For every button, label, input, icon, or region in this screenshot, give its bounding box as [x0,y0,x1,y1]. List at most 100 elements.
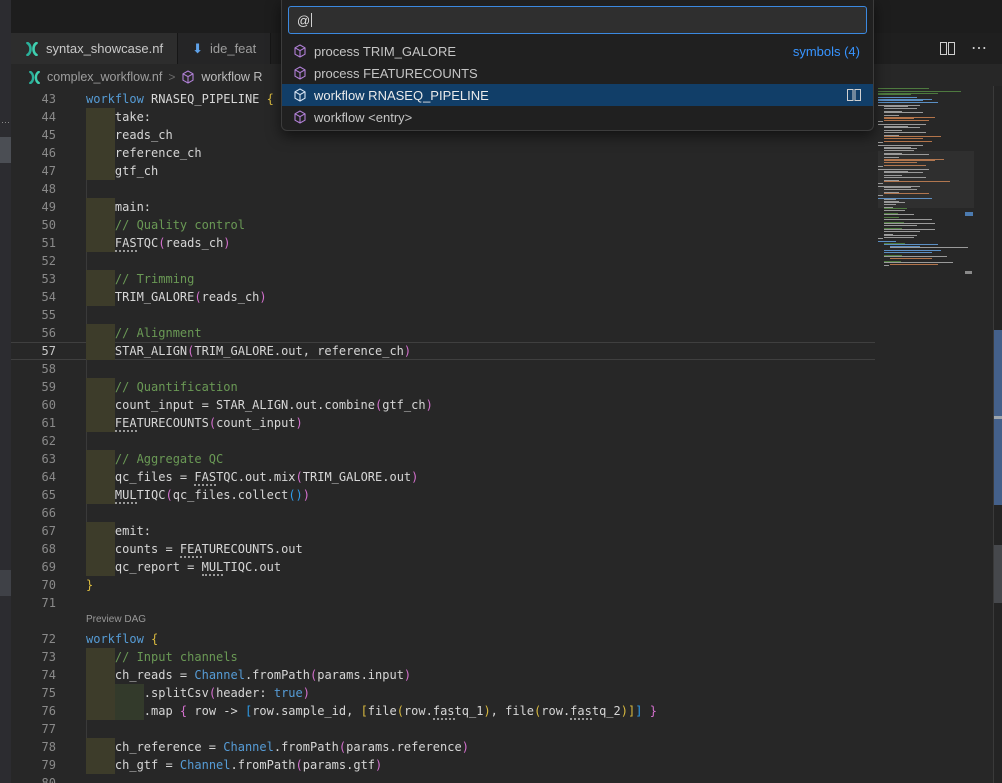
collapsed-sidebar-strip[interactable]: ⋯ [0,0,11,783]
code-line[interactable]: 55 [11,306,875,324]
split-editor-icon[interactable] [940,42,955,55]
line-number: 50 [11,216,75,234]
codelens-row: Preview DAG [11,612,875,630]
code-line-text: gtf_ch [86,162,158,180]
code-line[interactable]: 69 qc_report = MULTIQC.out [11,558,875,576]
code-line[interactable]: 52 [11,252,875,270]
scrollbar-rail [994,86,1002,783]
code-line-text: qc_files = FASTQC.out.mix(TRIM_GALORE.ou… [86,468,418,486]
minimap-slider[interactable] [878,151,974,208]
line-number: 71 [11,594,75,612]
vscode-window: { "colors": { "accent_blue": "#3794ff", … [0,0,1002,783]
breadcrumb-symbol[interactable]: workflow R [201,70,262,84]
codelens-preview-dag[interactable]: Preview DAG [86,614,146,625]
code-line[interactable]: 53// Trimming [11,270,875,288]
line-number: 64 [11,468,75,486]
code-line[interactable]: 46reference_ch [11,144,875,162]
code-line[interactable]: 76.map { row -> [row.sample_id, [file(ro… [11,702,875,720]
code-line[interactable]: 70} [11,576,875,594]
sidebar-scroll-handle-2[interactable] [0,570,11,596]
tab-ide-features[interactable]: ⬇ ide_feat [178,33,271,64]
code-line-text: ch_reads = Channel.fromPath(params.input… [86,666,411,684]
code-line-text: workflow RNASEQ_PIPELINE { [86,90,274,108]
symbol-cube-icon [293,110,307,124]
code-line[interactable]: 64 qc_files = FASTQC.out.mix(TRIM_GALORE.… [11,468,875,486]
tab-syntax-showcase[interactable]: syntax_showcase.nf [11,33,178,64]
line-number: 69 [11,558,75,576]
quick-open-item-label: workflow <entry> [314,110,412,125]
more-actions-icon[interactable]: ⋯ [971,38,988,58]
editor-actions: ⋯ [940,38,988,58]
line-number: 62 [11,432,75,450]
code-line-text: TRIM_GALORE(reads_ch) [86,288,267,306]
open-to-side-icon[interactable] [847,89,861,101]
line-number: 68 [11,540,75,558]
breadcrumb-file[interactable]: complex_workflow.nf [47,70,162,84]
code-line[interactable]: 49main: [11,198,875,216]
code-line-current[interactable]: 57STAR_ALIGN(TRIM_GALORE.out, reference_… [11,342,875,360]
code-line[interactable]: 68counts = FEATURECOUNTS.out [11,540,875,558]
line-number: 65 [11,486,75,504]
minimap-line [890,264,938,265]
code-line-text: workflow { [86,630,158,648]
code-line-text: // Quantification [86,378,238,396]
indent-guide [86,306,87,324]
line-number: 51 [11,234,75,252]
code-line[interactable]: 65 MULTIQC(qc_files.collect()) [11,486,875,504]
code-line[interactable]: 51FASTQC(reads_ch) [11,234,875,252]
code-line-text: // Aggregate QC [86,450,223,468]
code-line[interactable]: 56// Alignment [11,324,875,342]
code-line-text: // Trimming [86,270,194,288]
line-number: 59 [11,378,75,396]
code-line[interactable]: 58 [11,360,875,378]
code-line[interactable]: 54TRIM_GALORE(reads_ch) [11,288,875,306]
code-line[interactable]: 80 [11,774,875,783]
code-line[interactable]: 72workflow { [11,630,875,648]
code-line[interactable]: 62 [11,432,875,450]
code-line[interactable]: 74 ch_reads = Channel.fromPath(params.inp… [11,666,875,684]
scrollbar-marker [994,416,1002,419]
code-line[interactable]: 48 [11,180,875,198]
code-line[interactable]: 63// Aggregate QC [11,450,875,468]
line-number: 43 [11,90,75,108]
code-line[interactable]: 66 [11,504,875,522]
breadcrumb-separator: > [168,70,175,84]
code-line-text: FEATURECOUNTS(count_input) [86,414,303,432]
quick-open-item-label: process TRIM_GALORE [314,44,456,59]
code-line[interactable]: 60count_input = STAR_ALIGN.out.combine(g… [11,396,875,414]
quick-open-input[interactable]: @ [288,6,867,34]
minimap-line [878,267,974,268]
code-line-text: // Quality control [86,216,245,234]
line-number: 74 [11,666,75,684]
line-number: 56 [11,324,75,342]
code-line[interactable]: 78ch_reference = Channel.fromPath(params… [11,738,875,756]
code-line[interactable]: 71 [11,594,875,612]
code-line[interactable]: 47gtf_ch [11,162,875,180]
code-editor[interactable]: 43workflow RNASEQ_PIPELINE {44take:45rea… [11,90,875,783]
sidebar-scroll-handle[interactable] [0,137,11,163]
code-line[interactable]: 67emit: [11,522,875,540]
code-line[interactable]: 77 [11,720,875,738]
overflow-dots-icon: ⋯ [0,118,11,127]
code-line-text: emit: [86,522,151,540]
code-line-text: qc_report = MULTIQC.out [86,558,281,576]
quick-open-item-label: process FEATURECOUNTS [314,66,478,81]
code-line[interactable]: 61FEATURECOUNTS(count_input) [11,414,875,432]
code-line[interactable]: 75.splitCsv(header: true) [11,684,875,702]
quick-open-item[interactable]: process FEATURECOUNTS [282,62,873,84]
minimap-line [884,120,929,121]
code-line-text: } [86,576,93,594]
code-line-text: count_input = STAR_ALIGN.out.combine(gtf… [86,396,433,414]
code-line[interactable]: 73// Input channels [11,648,875,666]
quick-open-item[interactable]: workflow RNASEQ_PIPELINE [282,84,873,106]
quick-open-item[interactable]: process TRIM_GALOREsymbols (4) [282,40,873,62]
code-line[interactable]: 79ch_gtf = Channel.fromPath(params.gtf) [11,756,875,774]
code-line[interactable]: 59 // Quantification [11,378,875,396]
code-line-text: // Input channels [86,648,238,666]
scrollbar-thumb-2[interactable] [994,545,1002,603]
quick-open-item[interactable]: workflow <entry> [282,106,873,128]
tab-label: ide_feat [210,41,256,56]
code-line-text: MULTIQC(qc_files.collect()) [86,486,310,504]
minimap-line [884,141,932,142]
code-line[interactable]: 50 // Quality control [11,216,875,234]
